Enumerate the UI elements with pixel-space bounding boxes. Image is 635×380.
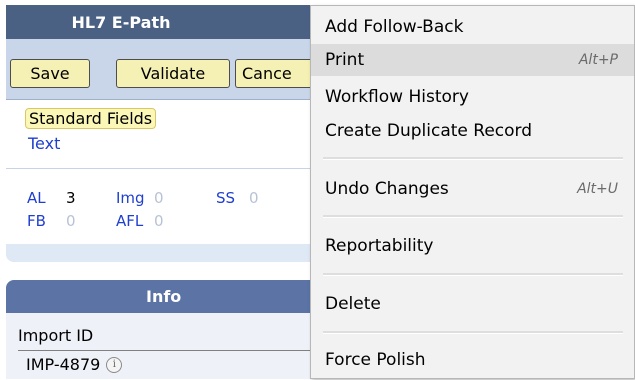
menu-separator <box>323 157 623 160</box>
count-label-afl[interactable]: AFL <box>116 212 143 230</box>
context-menu: Add Follow-Back Print Alt+P Workflow His… <box>310 5 635 379</box>
menu-item-delete[interactable]: Delete <box>311 282 634 326</box>
menu-item-workflow-history[interactable]: Workflow History <box>311 80 634 114</box>
import-id-label: Import ID <box>18 326 94 345</box>
text-link[interactable]: Text <box>28 134 60 153</box>
menu-item-shortcut: Alt+U <box>577 181 618 197</box>
menu-separator <box>323 273 623 276</box>
menu-separator <box>323 215 623 218</box>
count-value-ss: 0 <box>249 189 259 207</box>
menu-item-label: Workflow History <box>325 87 469 107</box>
standard-fields-link[interactable]: Standard Fields <box>25 108 157 129</box>
menu-item-label: Reportability <box>325 236 434 256</box>
count-value-al: 3 <box>66 189 76 207</box>
menu-separator <box>323 331 623 334</box>
count-label-img[interactable]: Img <box>116 189 145 207</box>
info-circle-icon[interactable]: i <box>106 356 123 373</box>
count-value-fb: 0 <box>66 212 76 230</box>
info-title-bar: Info <box>6 280 326 313</box>
info-title: Info <box>146 287 182 306</box>
menu-item-label: Delete <box>325 294 381 314</box>
menu-item-add-follow-back[interactable]: Add Follow-Back <box>311 10 634 44</box>
save-button[interactable]: Save <box>10 59 90 88</box>
counts-grid: AL 3 Img 0 SS 0 FB 0 AFL 0 <box>6 169 326 244</box>
info-divider <box>18 350 326 351</box>
panel-links: Standard Fields Text <box>6 100 326 168</box>
menu-item-label: Force Polish <box>325 350 426 370</box>
panel-footer <box>6 244 326 262</box>
menu-item-label: Create Duplicate Record <box>325 121 533 141</box>
menu-item-undo-changes[interactable]: Undo Changes Alt+U <box>311 168 634 210</box>
import-id-value: IMP-4879 <box>26 355 101 374</box>
menu-item-shortcut: Alt+P <box>578 52 618 68</box>
menu-item-force-polish[interactable]: Force Polish <box>311 340 634 380</box>
menu-item-create-duplicate-record[interactable]: Create Duplicate Record <box>311 114 634 148</box>
menu-item-label: Undo Changes <box>325 179 449 199</box>
panel-title: HL7 E-Path <box>71 12 171 32</box>
count-label-ss[interactable]: SS <box>216 189 235 207</box>
count-label-fb[interactable]: FB <box>27 212 46 230</box>
panel-title-bar: HL7 E-Path <box>6 5 326 39</box>
count-value-img: 0 <box>154 189 164 207</box>
panel-toolbar: Save Validate Cance <box>6 39 326 100</box>
menu-item-reportability[interactable]: Reportability <box>311 224 634 268</box>
menu-item-print[interactable]: Print Alt+P <box>311 44 634 76</box>
validate-button[interactable]: Validate <box>116 59 230 88</box>
hl7-epath-panel: HL7 E-Path Save Validate Cance Standard … <box>6 5 326 262</box>
count-value-afl: 0 <box>154 212 164 230</box>
count-label-al[interactable]: AL <box>27 189 46 207</box>
info-panel: Info Import ID IMP-4879 i <box>6 280 326 379</box>
import-id-row: IMP-4879 i <box>26 355 123 374</box>
menu-item-label: Print <box>325 50 365 70</box>
menu-item-label: Add Follow-Back <box>325 17 464 37</box>
